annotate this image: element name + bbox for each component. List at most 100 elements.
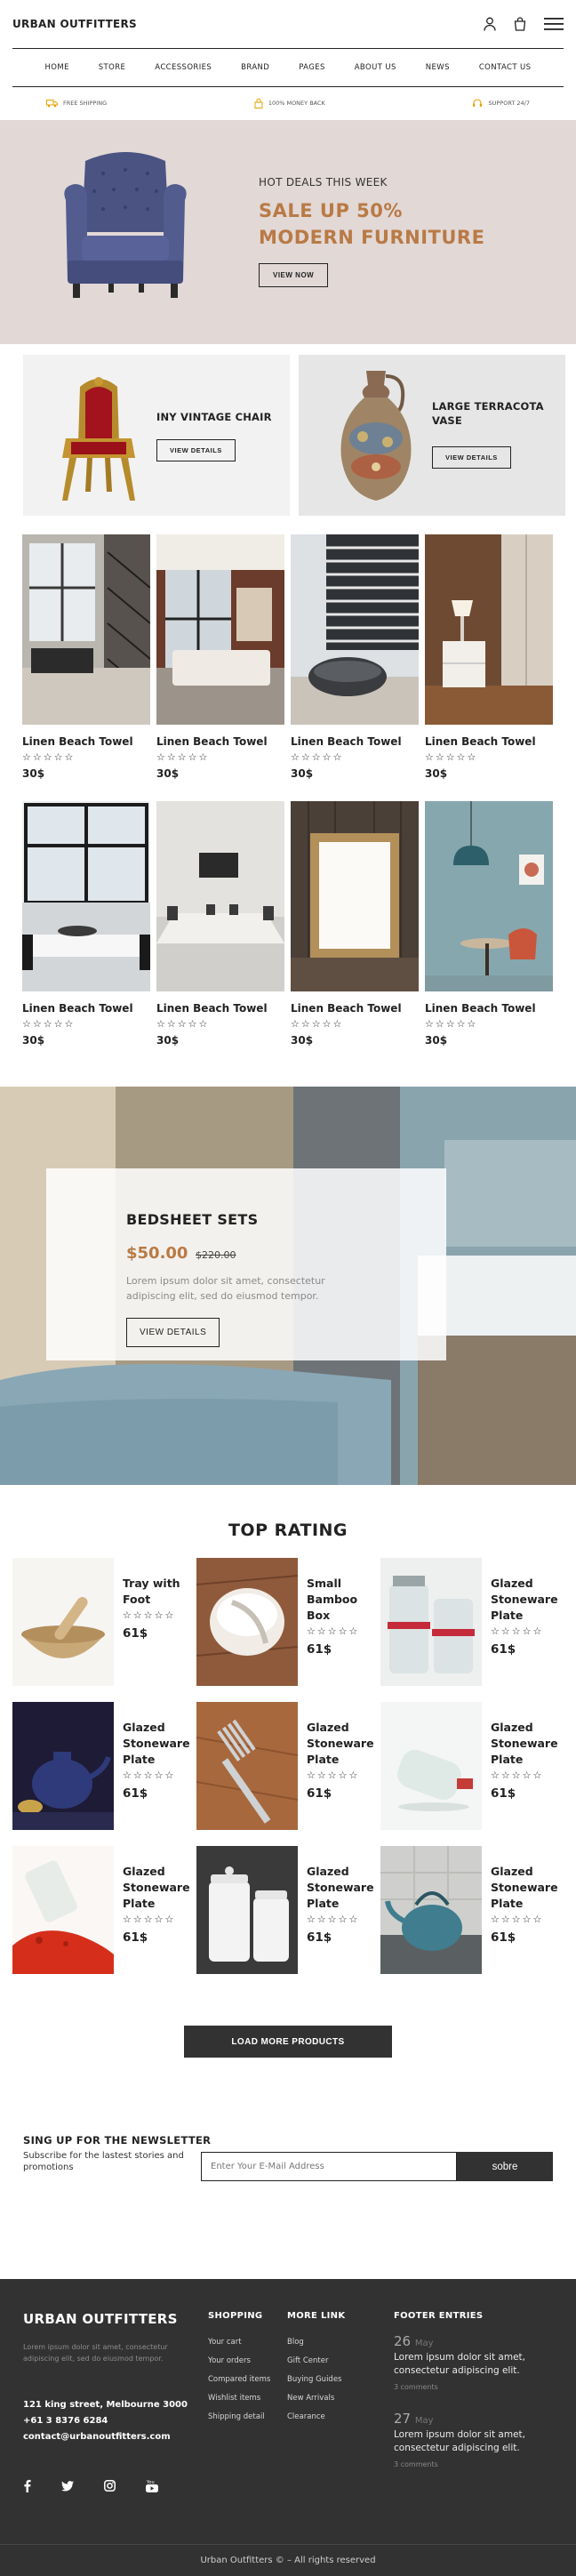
- product-image-bedside[interactable]: [425, 534, 553, 725]
- product-card[interactable]: Linen Beach Towel ☆☆☆☆☆ 30$: [22, 534, 150, 780]
- footer-link-gift-center[interactable]: Gift Center: [287, 2352, 345, 2371]
- nav-contact-us[interactable]: CONTACT US: [479, 63, 532, 72]
- product-card[interactable]: Linen Beach Towel ☆☆☆☆☆ 30$: [22, 801, 150, 1047]
- product-card[interactable]: Linen Beach Towel ☆☆☆☆☆ 30$: [291, 801, 419, 1047]
- user-icon[interactable]: [484, 17, 496, 31]
- item-name[interactable]: Glazed Stoneware Plate: [123, 1720, 199, 1768]
- top-rating-item[interactable]: Glazed Stoneware Plate ☆☆☆☆☆ 61$: [380, 1846, 564, 1974]
- footer-link-new-arrivals[interactable]: New Arrivals: [287, 2389, 345, 2408]
- footer-brand[interactable]: URBAN OUTFITTERS: [23, 2311, 178, 2327]
- bowl-image[interactable]: [196, 1558, 298, 1686]
- footer-link-wishlist-items[interactable]: Wishlist items: [208, 2389, 270, 2408]
- promo-view-details-button[interactable]: VIEW DETAILS: [156, 439, 236, 461]
- footer-link-clearance[interactable]: Clearance: [287, 2408, 345, 2427]
- entry-text[interactable]: Lorem ipsum dolor sit amet, consectetur …: [394, 2428, 554, 2455]
- item-info: Tray with Foot ☆☆☆☆☆ 61$: [114, 1558, 199, 1686]
- youtube-icon[interactable]: You: [146, 2479, 158, 2492]
- product-image-dining-table[interactable]: [22, 801, 150, 991]
- teapot-image[interactable]: [12, 1702, 114, 1830]
- load-more-products-button[interactable]: LOAD MORE PRODUCTS: [184, 2026, 392, 2058]
- top-rating-item[interactable]: Glazed Stoneware Plate ☆☆☆☆☆ 61$: [12, 1846, 196, 1974]
- product-image-mirror[interactable]: [291, 801, 419, 991]
- product-name[interactable]: Linen Beach Towel: [291, 1002, 419, 1015]
- product-name[interactable]: Linen Beach Towel: [425, 735, 553, 748]
- feature-money-back: 100% MONEY BACK: [254, 98, 325, 108]
- glass-bottle-image[interactable]: [380, 1702, 482, 1830]
- top-rating-item[interactable]: Glazed Stoneware Plate ☆☆☆☆☆ 61$: [12, 1702, 196, 1830]
- spice-jar-image[interactable]: [12, 1846, 114, 1974]
- fork-image[interactable]: [196, 1702, 298, 1830]
- nav-pages[interactable]: PAGES: [299, 63, 325, 72]
- product-name[interactable]: Linen Beach Towel: [425, 1002, 553, 1015]
- top-rating-item[interactable]: Glazed Stoneware Plate ☆☆☆☆☆ 61$: [196, 1846, 380, 1974]
- item-name[interactable]: Small Bamboo Box: [307, 1576, 383, 1624]
- top-rating-item[interactable]: Glazed Stoneware Plate ☆☆☆☆☆ 61$: [380, 1558, 564, 1686]
- promo-view-details-button[interactable]: VIEW DETAILS: [432, 446, 511, 469]
- bedsheet-view-details-button[interactable]: VIEW DETAILS: [126, 1318, 220, 1347]
- product-price: 30$: [22, 767, 45, 780]
- product-image-living-room[interactable]: [156, 534, 284, 725]
- product-name[interactable]: Linen Beach Towel: [156, 1002, 284, 1015]
- footer-link-compared-items[interactable]: Compared items: [208, 2371, 270, 2389]
- mortar-pestle-image[interactable]: [12, 1558, 114, 1686]
- footer-social: You: [23, 2479, 158, 2492]
- product-name[interactable]: Linen Beach Towel: [22, 735, 150, 748]
- product-name[interactable]: Linen Beach Towel: [22, 1002, 150, 1015]
- nav-brand[interactable]: BRAND: [241, 63, 269, 72]
- brand-logo[interactable]: URBAN OUTFITTERS: [12, 18, 137, 30]
- nav-store[interactable]: STORE: [99, 63, 126, 72]
- facebook-icon[interactable]: [23, 2479, 31, 2492]
- product-image-meeting-room[interactable]: [156, 801, 284, 991]
- newsletter-submit-button[interactable]: sobre: [457, 2152, 553, 2181]
- product-card[interactable]: Linen Beach Towel ☆☆☆☆☆ 30$: [425, 534, 553, 780]
- bag-icon[interactable]: [514, 17, 526, 31]
- entry-comments[interactable]: 3 comments: [394, 2383, 554, 2391]
- item-name[interactable]: Glazed Stoneware Plate: [307, 1720, 383, 1768]
- top-rating-item[interactable]: Glazed Stoneware Plate ☆☆☆☆☆ 61$: [196, 1702, 380, 1830]
- entry-text[interactable]: Lorem ipsum dolor sit amet, consectetur …: [394, 2351, 554, 2378]
- top-rating-item[interactable]: Tray with Foot ☆☆☆☆☆ 61$: [12, 1558, 196, 1686]
- product-name[interactable]: Linen Beach Towel: [156, 735, 284, 748]
- footer-link-your-cart[interactable]: Your cart: [208, 2333, 270, 2352]
- top-rating-item[interactable]: Glazed Stoneware Plate ☆☆☆☆☆ 61$: [380, 1702, 564, 1830]
- product-card[interactable]: Linen Beach Towel ☆☆☆☆☆ 30$: [425, 801, 553, 1047]
- view-now-button[interactable]: VIEW NOW: [259, 263, 329, 287]
- rating-stars: ☆☆☆☆☆: [156, 751, 210, 763]
- product-card[interactable]: Linen Beach Towel ☆☆☆☆☆ 30$: [156, 534, 284, 780]
- menu-icon[interactable]: [544, 17, 564, 31]
- item-name[interactable]: Glazed Stoneware Plate: [491, 1720, 567, 1768]
- item-name[interactable]: Tray with Foot: [123, 1576, 199, 1608]
- nav-accessories[interactable]: ACCESSORIES: [155, 63, 212, 72]
- nav-news[interactable]: NEWS: [426, 63, 450, 72]
- footer-email[interactable]: contact@urbanoutfitters.com: [23, 2429, 188, 2445]
- footer-link-blog[interactable]: Blog: [287, 2333, 345, 2352]
- product-name[interactable]: Linen Beach Towel: [291, 735, 419, 748]
- twitter-icon[interactable]: [61, 2480, 74, 2492]
- product-image-bathroom[interactable]: [291, 534, 419, 725]
- item-name[interactable]: Glazed Stoneware Plate: [491, 1864, 567, 1912]
- footer-entry[interactable]: 27 May Lorem ipsum dolor sit amet, conse…: [394, 2411, 554, 2468]
- product-image-pendant-lamp[interactable]: [425, 801, 553, 991]
- product-card[interactable]: Linen Beach Towel ☆☆☆☆☆ 30$: [291, 534, 419, 780]
- top-rating-item[interactable]: Small Bamboo Box ☆☆☆☆☆ 61$: [196, 1558, 380, 1686]
- footer-link-your-orders[interactable]: Your orders: [208, 2352, 270, 2371]
- nav-about-us[interactable]: ABOUT US: [355, 63, 396, 72]
- footer-link-shipping-detail[interactable]: Shipping detail: [208, 2408, 270, 2427]
- product-image-loft-stairs[interactable]: [22, 534, 150, 725]
- item-name[interactable]: Glazed Stoneware Plate: [307, 1864, 383, 1912]
- item-name[interactable]: Glazed Stoneware Plate: [491, 1576, 567, 1624]
- canisters-image[interactable]: [196, 1846, 298, 1974]
- footer-phone[interactable]: +61 3 8376 6284: [23, 2413, 188, 2429]
- nav-home[interactable]: HOME: [44, 63, 68, 72]
- hero-banner: HOT DEALS THIS WEEK SALE UP 50% MODERN F…: [0, 120, 576, 344]
- hero-title-line: MODERN FURNITURE: [259, 227, 485, 248]
- jars-image[interactable]: [380, 1558, 482, 1686]
- newsletter-email-input[interactable]: [201, 2152, 457, 2181]
- kettle-image[interactable]: [380, 1846, 482, 1974]
- item-name[interactable]: Glazed Stoneware Plate: [123, 1864, 199, 1912]
- entry-comments[interactable]: 3 comments: [394, 2460, 554, 2468]
- instagram-icon[interactable]: [104, 2480, 116, 2492]
- footer-entry[interactable]: 26 May Lorem ipsum dolor sit amet, conse…: [394, 2333, 554, 2391]
- footer-link-buying-guides[interactable]: Buying Guides: [287, 2371, 345, 2389]
- product-card[interactable]: Linen Beach Towel ☆☆☆☆☆ 30$: [156, 801, 284, 1047]
